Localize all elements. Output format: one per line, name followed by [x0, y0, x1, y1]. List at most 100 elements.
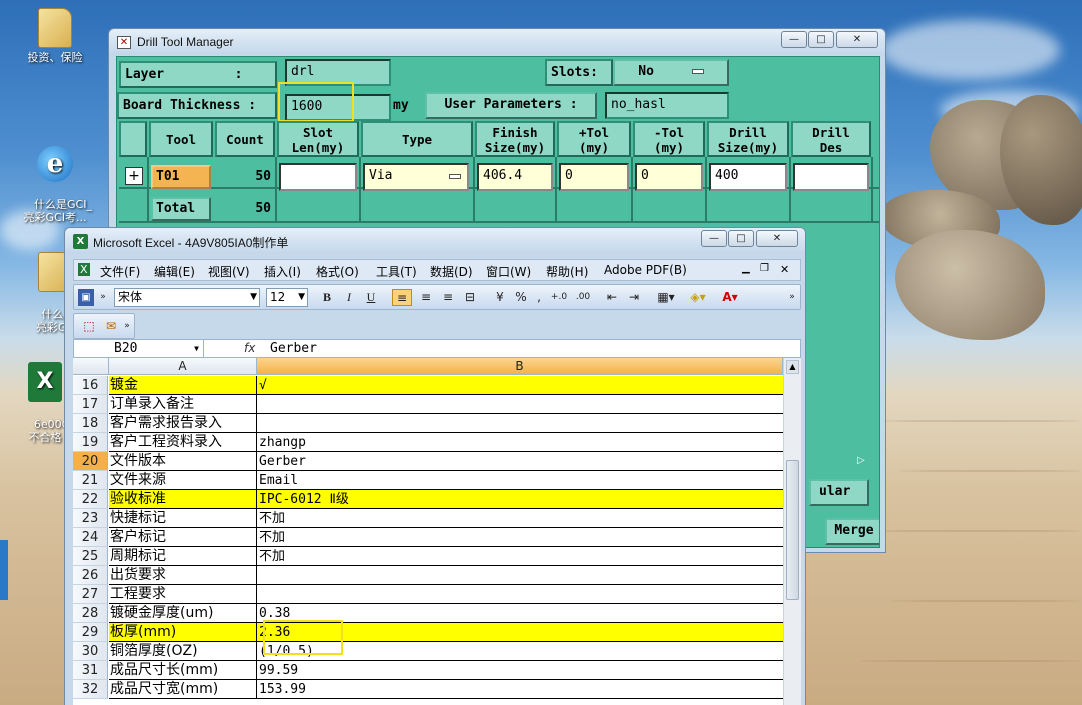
font-name-select[interactable]: 宋体 ▼ — [114, 288, 260, 307]
excel-close-button[interactable]: ✕ — [756, 230, 798, 247]
type-dropdown[interactable]: Via — [363, 163, 469, 191]
row-header[interactable]: 28 — [73, 604, 108, 623]
column-header-plus-tol[interactable]: +Tol (my) — [557, 121, 631, 157]
comma-style-icon[interactable]: , — [532, 289, 546, 306]
align-left-icon[interactable]: ≡ — [392, 289, 412, 306]
cell-b[interactable]: 99.59 — [257, 661, 783, 680]
cell-a[interactable]: 客户需求报告录入 — [109, 414, 257, 433]
row-header[interactable]: 31 — [73, 661, 108, 680]
name-box[interactable]: B20 ▼ — [74, 340, 204, 357]
maximize-button[interactable]: □ — [808, 31, 834, 48]
menu-adobe-pdf[interactable]: Adobe PDF(B) — [604, 263, 687, 277]
cell-a[interactable]: 快捷标记 — [109, 509, 257, 528]
pdf-email-icon[interactable]: ✉ — [102, 318, 120, 335]
bold-icon[interactable]: B — [318, 289, 336, 306]
percent-icon[interactable]: % — [512, 289, 530, 306]
cell-a[interactable]: 铜箔厚度(OZ) — [109, 642, 257, 661]
cell-a[interactable]: 验收标准 — [109, 490, 257, 509]
cell-a[interactable]: 文件来源 — [109, 471, 257, 490]
menu-tools[interactable]: 工具(T) — [376, 263, 417, 280]
column-header-drill-size[interactable]: Drill Size(my) — [707, 121, 789, 157]
column-header-drill-des[interactable]: Drill Des — [791, 121, 871, 157]
merge-center-icon[interactable]: ⊟ — [460, 289, 480, 306]
menu-format[interactable]: 格式(O) — [316, 263, 359, 280]
cell-a[interactable]: 客户工程资料录入 — [109, 433, 257, 452]
row-header[interactable]: 29 — [73, 623, 108, 642]
column-header-count[interactable]: Count — [215, 121, 275, 157]
user-parameters-field[interactable]: no_hasl — [605, 92, 729, 119]
toolbar-options-icon[interactable]: » — [98, 289, 108, 306]
formula-input[interactable]: Gerber — [270, 340, 317, 357]
underline-icon[interactable]: U — [362, 289, 380, 306]
row-header[interactable]: 18 — [73, 414, 108, 433]
currency-icon[interactable]: ¥ — [490, 289, 510, 306]
slots-dropdown[interactable]: No — [613, 59, 729, 86]
excel-maximize-button[interactable]: □ — [728, 230, 754, 247]
row-header[interactable]: 27 — [73, 585, 108, 604]
cell-b[interactable] — [257, 585, 783, 604]
row-header[interactable]: 22 — [73, 490, 108, 509]
cell-b[interactable] — [257, 414, 783, 433]
cell-a[interactable]: 订单录入备注 — [109, 395, 257, 414]
cell-b[interactable]: (1/0.5) — [257, 642, 783, 661]
expand-row-icon[interactable]: + — [125, 167, 143, 185]
board-thickness-field[interactable]: 1600 — [285, 94, 391, 121]
column-header-tool[interactable]: Tool — [149, 121, 213, 157]
cell-b[interactable]: 不加 — [257, 528, 783, 547]
menu-file[interactable]: 文件(F) — [100, 263, 140, 280]
cell-a[interactable]: 镀金 — [109, 376, 257, 395]
cell-a[interactable]: 出货要求 — [109, 566, 257, 585]
tool-cell[interactable]: T01 — [151, 165, 211, 189]
scroll-up-icon[interactable]: ▲ — [786, 360, 799, 374]
increase-decimal-icon[interactable]: +.0 — [548, 289, 570, 306]
column-header-finish-size[interactable]: Finish Size(my) — [475, 121, 555, 157]
pdf-convert-icon[interactable]: ⬚ — [80, 318, 98, 335]
minus-tol-input[interactable]: 0 — [635, 163, 703, 191]
cell-b[interactable]: 不加 — [257, 509, 783, 528]
row-header[interactable]: 32 — [73, 680, 108, 699]
close-button[interactable]: ✕ — [836, 31, 878, 48]
increase-indent-icon[interactable]: ⇥ — [624, 289, 644, 306]
excel-titlebar[interactable]: X Microsoft Excel - 4A9V805IA0制作单 — □ ✕ — [65, 228, 805, 254]
cell-b[interactable]: Gerber — [257, 452, 783, 471]
cell-a[interactable]: 周期标记 — [109, 547, 257, 566]
decrease-decimal-icon[interactable]: .00 — [572, 289, 594, 306]
cell-a[interactable]: 工程要求 — [109, 585, 257, 604]
cell-b[interactable]: zhangp — [257, 433, 783, 452]
row-header[interactable]: 25 — [73, 547, 108, 566]
cell-a[interactable]: 成品尺寸长(mm) — [109, 661, 257, 680]
select-all-corner[interactable] — [73, 358, 109, 375]
font-color-icon[interactable]: A▾ — [716, 289, 744, 306]
user-parameters-button[interactable]: User Parameters : — [425, 92, 597, 119]
cell-b[interactable]: 2.36 — [257, 623, 783, 642]
worksheet-grid[interactable]: A B 16 镀金 √ 17 订单录入备注 18 客户需求报告录入 19 客户工程资料录入 zha… — [73, 358, 801, 705]
borders-icon[interactable]: ▦▾ — [654, 289, 678, 306]
desktop-icon-folder[interactable]: 投资、保险 — [20, 8, 90, 64]
layer-field[interactable]: drl — [285, 59, 391, 86]
menu-edit[interactable]: 编辑(E) — [154, 263, 195, 280]
row-header[interactable]: 21 — [73, 471, 108, 490]
cell-a[interactable]: 板厚(mm) — [109, 623, 257, 642]
drill-titlebar[interactable]: ✕ Drill Tool Manager — □ ✕ — [109, 29, 885, 55]
row-header[interactable]: 17 — [73, 395, 108, 414]
cell-b[interactable]: 不加 — [257, 547, 783, 566]
row-header[interactable]: 24 — [73, 528, 108, 547]
cell-b[interactable]: IPC-6012 Ⅱ级 — [257, 490, 783, 509]
toolbar-overflow-icon[interactable]: » — [786, 289, 798, 306]
align-center-icon[interactable]: ≡ — [416, 289, 436, 306]
save-icon[interactable]: ▣ — [78, 289, 94, 306]
menu-insert[interactable]: 插入(I) — [264, 263, 301, 280]
decrease-indent-icon[interactable]: ⇤ — [602, 289, 622, 306]
cell-a[interactable]: 成品尺寸宽(mm) — [109, 680, 257, 699]
workbook-icon[interactable]: X — [78, 263, 90, 276]
slot-len-input[interactable] — [279, 163, 357, 191]
mode-dropdown[interactable]: ular — [809, 479, 869, 506]
column-header-minus-tol[interactable]: -Tol (my) — [633, 121, 705, 157]
row-header[interactable]: 19 — [73, 433, 108, 452]
merge-button[interactable]: Merge — [825, 518, 879, 545]
plus-tol-input[interactable]: 0 — [559, 163, 629, 191]
row-header[interactable]: 16 — [73, 376, 108, 395]
cell-b[interactable]: 0.38 — [257, 604, 783, 623]
column-header-type[interactable]: Type — [361, 121, 473, 157]
scrollbar-thumb[interactable] — [786, 460, 799, 600]
